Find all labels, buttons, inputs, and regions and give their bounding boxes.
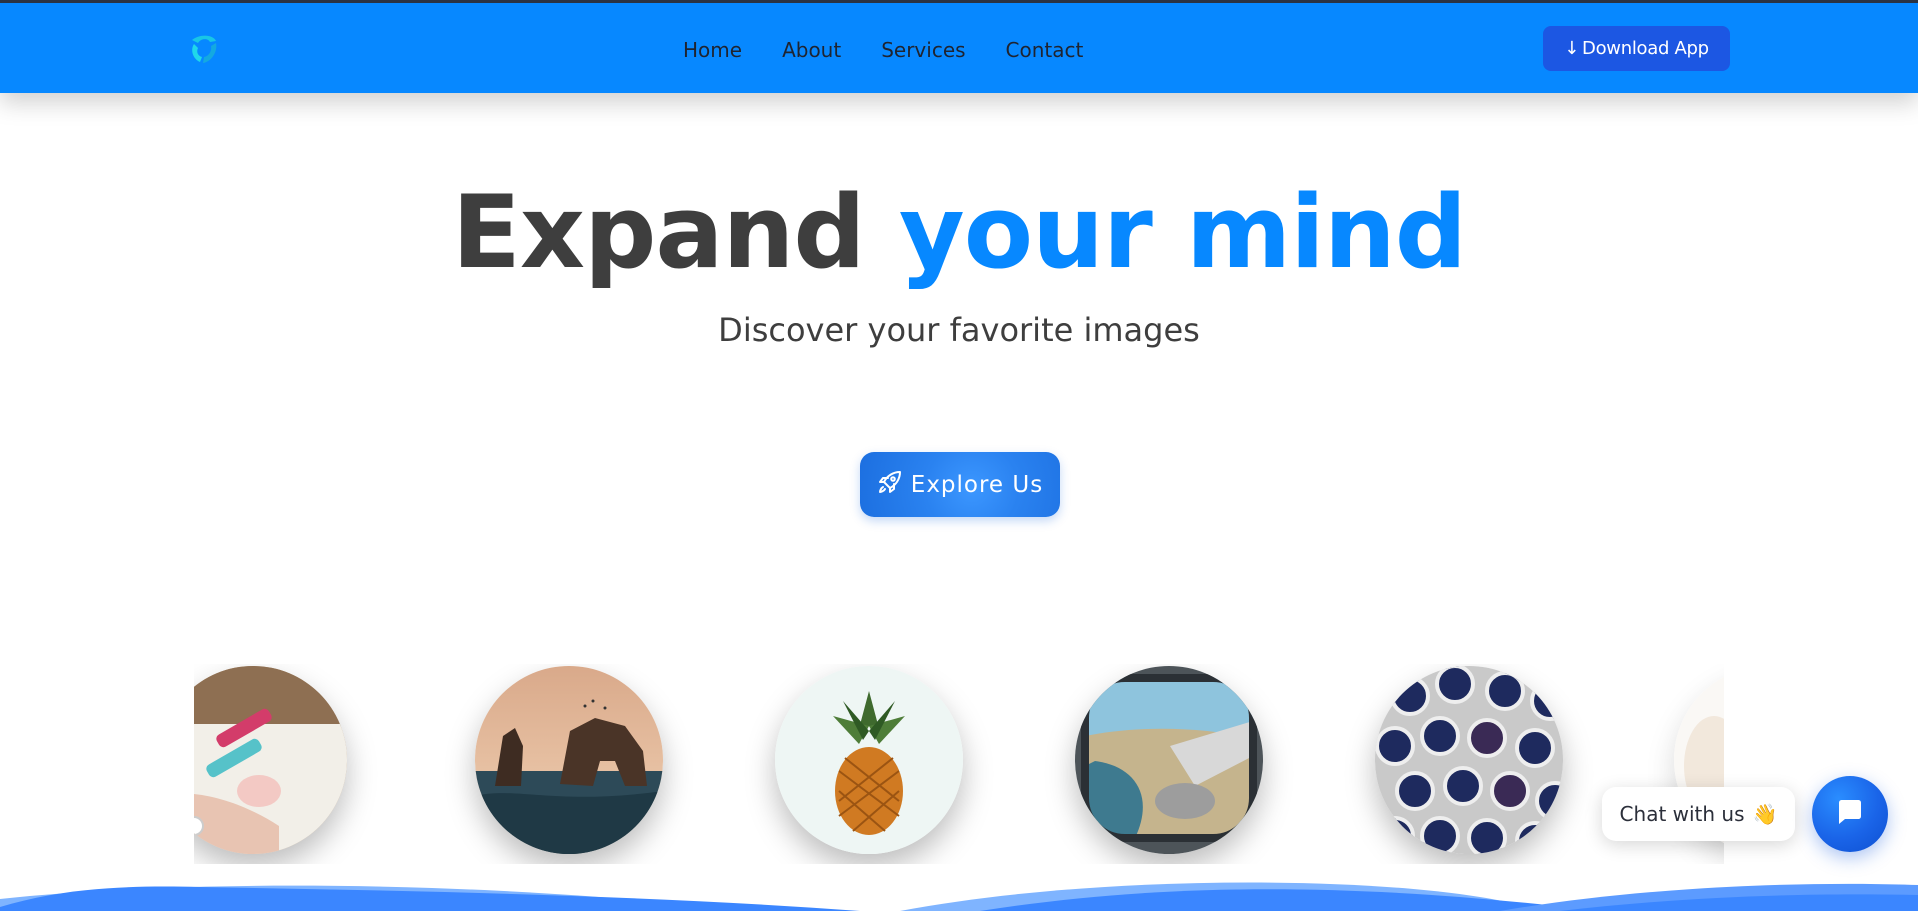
download-app-label: Download App (1582, 38, 1709, 59)
hero-title: Expand your mind (0, 170, 1918, 295)
chat-with-us-label: Chat with us (1619, 802, 1745, 826)
rocket-icon (877, 469, 903, 501)
chat-bubble-icon (1835, 797, 1865, 832)
carousel-image-pineapple[interactable] (775, 666, 963, 854)
arrow-down-icon: ↓ (1564, 37, 1580, 59)
top-navbar: Home About Services Contact ↓ Download A… (0, 0, 1918, 93)
nav-services-link[interactable]: Services (881, 36, 965, 64)
bottom-wave-decoration (0, 882, 1918, 911)
download-app-button[interactable]: ↓ Download App (1543, 26, 1730, 71)
nav-about-link[interactable]: About (782, 36, 841, 64)
chat-with-us-bubble[interactable]: Chat with us 👋 (1602, 787, 1795, 841)
nav-home-link[interactable]: Home (683, 36, 742, 64)
hero-title-accent: your mind (898, 173, 1467, 291)
carousel-image-wells-grid[interactable] (1375, 666, 1563, 854)
image-carousel[interactable] (194, 664, 1724, 864)
waving-hand-icon: 👋 (1752, 802, 1778, 826)
explore-us-label: Explore Us (910, 471, 1044, 498)
nav-contact-link[interactable]: Contact (1006, 36, 1084, 64)
carousel-image-airplane-window[interactable] (1075, 666, 1263, 854)
carousel-image-dumbbells[interactable] (194, 666, 347, 854)
hero-title-part1: Expand (451, 173, 866, 291)
main-nav: Home About Services Contact (683, 36, 1123, 64)
carousel-image-sea-rocks[interactable] (475, 666, 663, 854)
explore-us-button[interactable]: Explore Us (860, 452, 1060, 517)
swirl-logo-icon[interactable] (187, 32, 221, 66)
chat-open-button[interactable] (1812, 776, 1888, 852)
hero-subtitle: Discover your favorite images (718, 311, 1200, 349)
